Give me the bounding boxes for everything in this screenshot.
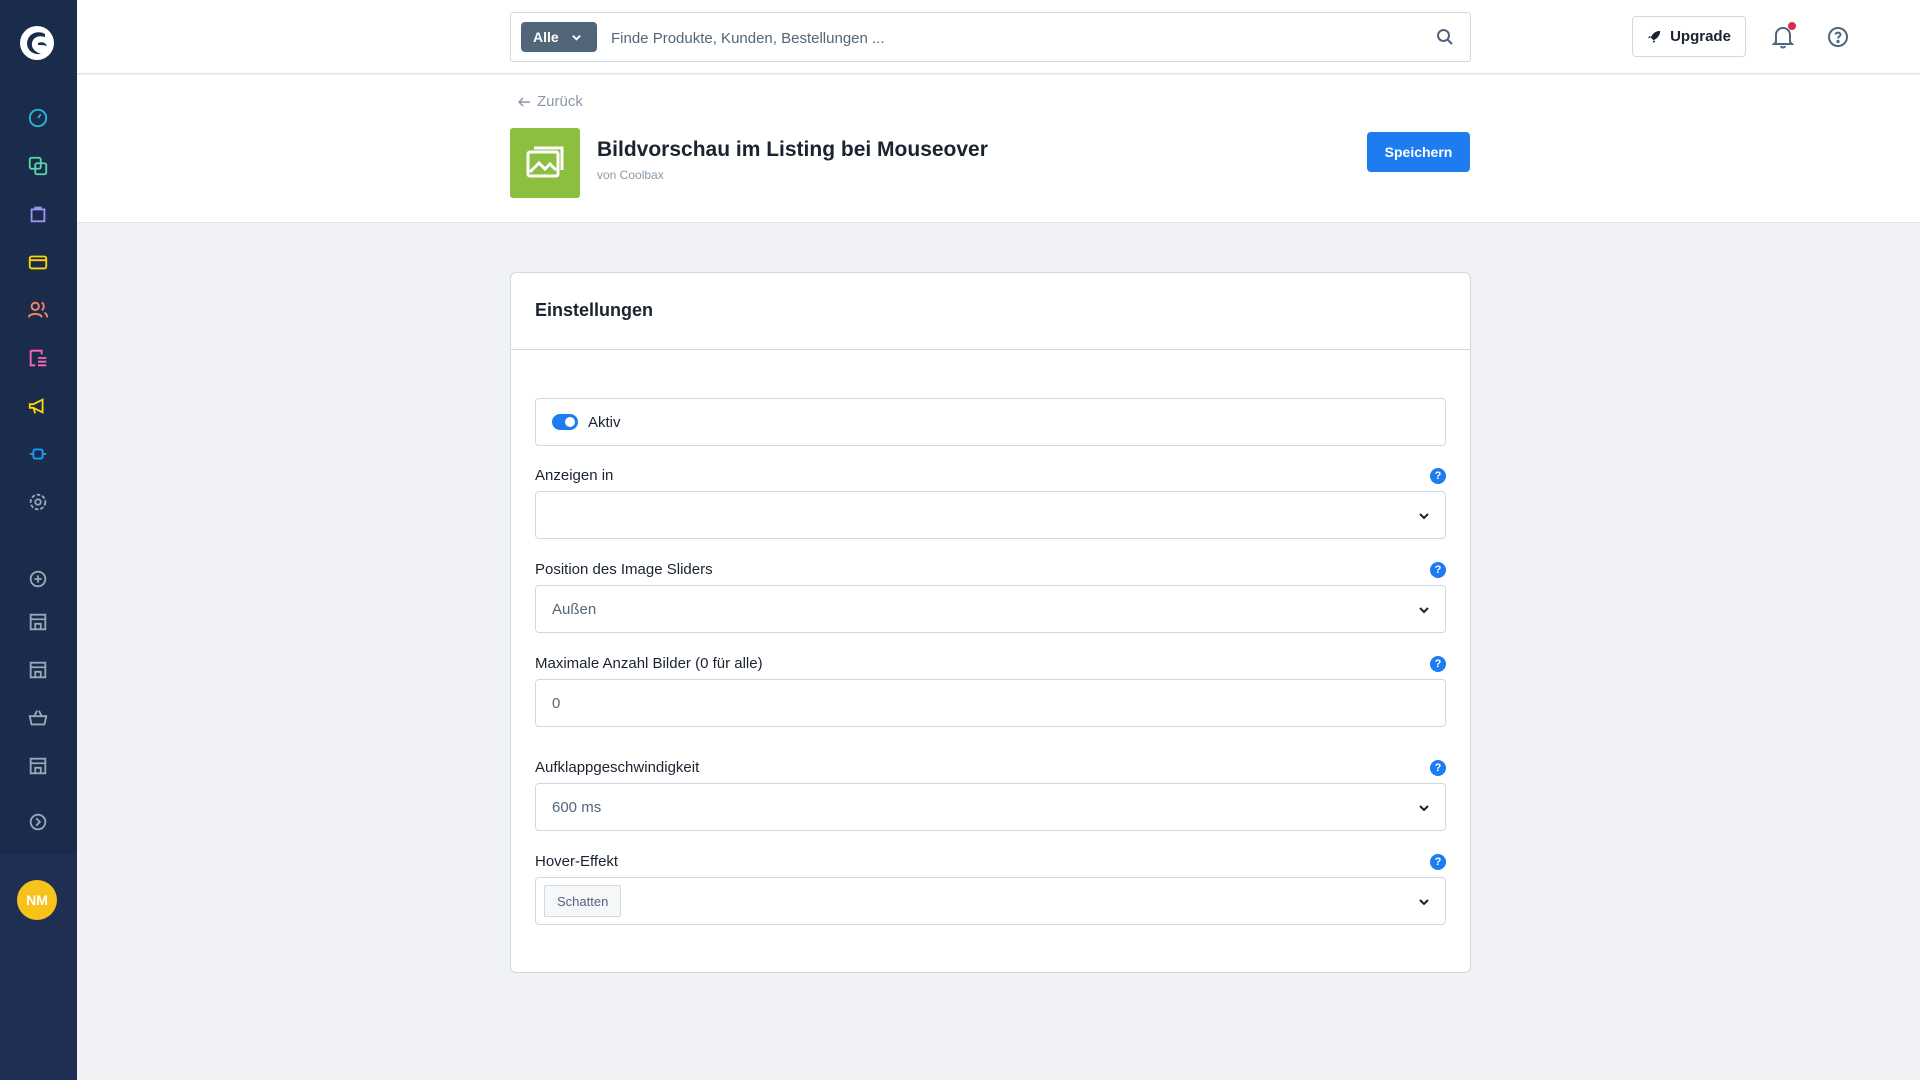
- hover-effect-chip[interactable]: Schatten: [544, 885, 622, 917]
- active-label: Aktiv: [588, 413, 621, 431]
- sidebar-item-orders[interactable]: [23, 199, 53, 229]
- active-toggle-row: Aktiv: [535, 398, 1446, 446]
- search-type-label: Alle: [533, 29, 559, 45]
- add-channel-icon: [29, 570, 47, 588]
- upgrade-label: Upgrade: [1670, 28, 1731, 45]
- top-bar: Alle Upgrade: [77, 0, 1920, 74]
- customers-icon: [27, 301, 49, 318]
- help-hover-effect-icon[interactable]: ?: [1430, 854, 1446, 870]
- sidebar: NM: [0, 0, 77, 1080]
- arrow-left-icon: [518, 96, 530, 107]
- sidebar-item-settings[interactable]: [23, 487, 53, 517]
- extensions-icon: [29, 448, 47, 460]
- sidebar-item-catalog[interactable]: [23, 151, 53, 181]
- sidebar-item-storefront-1[interactable]: [23, 607, 53, 637]
- global-search: Alle: [510, 12, 1471, 62]
- slider-position-select[interactable]: Außen: [535, 585, 1446, 633]
- storefront-icon: [29, 661, 47, 679]
- sidebar-item-basket[interactable]: [23, 703, 53, 733]
- help-icon[interactable]: [1826, 25, 1850, 49]
- sidebar-item-add-sales-channel[interactable]: [23, 564, 53, 594]
- storefront-icon: [29, 757, 47, 775]
- help-display-in-icon[interactable]: ?: [1430, 468, 1446, 484]
- user-avatar[interactable]: NM: [17, 880, 57, 920]
- display-in-select[interactable]: [535, 491, 1446, 539]
- content-icon: [29, 349, 47, 367]
- field-label-slider-position: Position des Image Sliders: [535, 561, 713, 578]
- plugin-header: Zurück Bildvorschau im Listing bei Mouse…: [77, 75, 1920, 223]
- expand-speed-value: 600 ms: [552, 798, 602, 816]
- sidebar-item-payments[interactable]: [23, 247, 53, 277]
- chevron-down-icon: [1419, 513, 1429, 520]
- sidebar-item-storefront-3[interactable]: [23, 751, 53, 781]
- help-max-images-icon[interactable]: ?: [1430, 656, 1446, 672]
- help-expand-speed-icon[interactable]: ?: [1430, 760, 1446, 776]
- search-type-dropdown[interactable]: Alle: [521, 22, 597, 52]
- basket-icon: [28, 710, 48, 726]
- settings-icon: [29, 493, 47, 511]
- card-divider: [511, 349, 1470, 350]
- sidebar-item-content[interactable]: [23, 343, 53, 373]
- sidebar-item-marketing[interactable]: [23, 391, 53, 421]
- dashboard-icon: [28, 108, 48, 128]
- field-label-expand-speed: Aufklappgeschwindigkeit: [535, 759, 700, 776]
- sidebar-expand-button[interactable]: [23, 807, 53, 837]
- chevron-down-icon: [571, 34, 581, 41]
- storefront-icon: [29, 613, 47, 631]
- rocket-icon: [1648, 30, 1661, 44]
- active-toggle[interactable]: [552, 414, 578, 430]
- card-title: Einstellungen: [535, 300, 654, 320]
- upgrade-button[interactable]: Upgrade: [1632, 16, 1746, 57]
- help-slider-position-icon[interactable]: ?: [1430, 562, 1446, 578]
- chevron-down-icon: [1419, 899, 1429, 906]
- field-label-hover-effect: Hover-Effekt: [535, 853, 619, 870]
- sidebar-item-storefront-2[interactable]: [23, 655, 53, 685]
- max-images-input[interactable]: [535, 679, 1446, 727]
- plugin-author: von Coolbax: [597, 168, 664, 182]
- plugin-title: Bildvorschau im Listing bei Mouseover: [597, 138, 988, 161]
- search-icon[interactable]: [1436, 28, 1454, 46]
- expand-icon: [29, 813, 47, 831]
- image-preview-icon: [526, 146, 564, 178]
- orders-icon: [30, 206, 46, 223]
- slider-position-value: Außen: [552, 600, 597, 618]
- shopware-logo-icon[interactable]: [18, 24, 56, 62]
- back-link[interactable]: Zurück: [518, 93, 583, 110]
- chevron-down-icon: [1419, 607, 1429, 614]
- search-input[interactable]: [611, 25, 1411, 51]
- field-label-max-images: Maximale Anzahl Bilder (0 für alle): [535, 655, 763, 672]
- catalog-icon: [28, 156, 48, 176]
- hover-effect-select[interactable]: Schatten: [535, 877, 1446, 925]
- save-button[interactable]: Speichern: [1367, 132, 1470, 172]
- sidebar-item-dashboard[interactable]: [23, 103, 53, 133]
- marketing-icon: [28, 398, 44, 414]
- back-label: Zurück: [537, 93, 583, 110]
- sidebar-item-extensions[interactable]: [23, 439, 53, 469]
- payment-icon: [28, 255, 48, 270]
- expand-speed-select[interactable]: 600 ms: [535, 783, 1446, 831]
- notification-badge: [1788, 22, 1796, 30]
- plugin-icon: [510, 128, 580, 198]
- sidebar-item-customers[interactable]: [23, 295, 53, 325]
- field-label-display-in: Anzeigen in: [535, 467, 614, 484]
- chevron-down-icon: [1419, 805, 1429, 812]
- settings-card: Einstellungen Aktiv Anzeigen in ? Positi…: [510, 272, 1471, 973]
